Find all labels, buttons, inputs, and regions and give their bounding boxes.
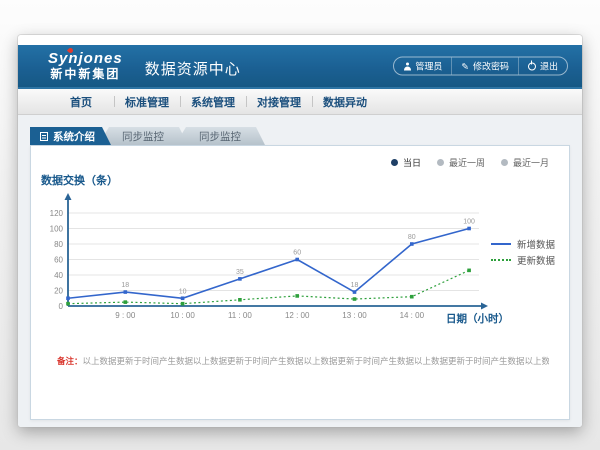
svg-text:60: 60 (54, 256, 63, 265)
svg-text:80: 80 (54, 240, 63, 249)
app-window: Synjones 新中新集团 数据资源中心 管理员 ✎ 修改密码 退出 首页 标… (18, 35, 582, 427)
svg-text:80: 80 (408, 234, 416, 241)
page-title: 数据资源中心 (145, 58, 241, 79)
logo-text-en: Synjones (48, 51, 123, 68)
window-top-strip (18, 35, 582, 45)
radio-last-week[interactable]: 最近一周 (437, 156, 485, 169)
radio-unselected-icon (437, 159, 444, 166)
legend-update-data-label: 更新数据 (517, 253, 555, 267)
radio-today-label: 当日 (403, 156, 421, 169)
tab-system-intro[interactable]: 系统介绍 (30, 127, 111, 145)
main-nav: 首页 标准管理 系统管理 对接管理 数据异动 (18, 89, 582, 115)
nav-item-home[interactable]: 首页 (48, 89, 114, 114)
svg-text:10 : 00: 10 : 00 (170, 311, 195, 320)
svg-text:120: 120 (50, 209, 64, 218)
svg-text:18: 18 (121, 282, 129, 289)
logo: Synjones 新中新集团 (48, 51, 123, 81)
footnote: 备注：以上数据更新于时间产生数据以上数据更新于时间产生数据以上数据更新于时间产生… (57, 355, 549, 367)
tab-bar: 系统介绍 同步监控 同步监控 (30, 127, 570, 145)
user-admin-label: 管理员 (415, 60, 442, 73)
svg-text:0: 0 (59, 302, 64, 311)
radio-last-month-label: 最近一月 (513, 156, 549, 169)
logout-label: 退出 (540, 60, 558, 73)
nav-item-standard-mgmt[interactable]: 标准管理 (114, 89, 180, 114)
svg-text:40: 40 (54, 271, 63, 280)
user-pill: 管理员 ✎ 修改密码 退出 (393, 57, 568, 76)
svg-text:14 : 00: 14 : 00 (400, 311, 425, 320)
dotted-line-swatch-icon (491, 259, 511, 261)
time-filter-group: 当日 最近一周 最近一月 (391, 156, 549, 169)
svg-text:100: 100 (463, 219, 475, 226)
change-password-label: 修改密码 (473, 60, 509, 73)
chart-legend: 新增数据 更新数据 (491, 236, 555, 268)
svg-text:20: 20 (54, 287, 63, 296)
nav-item-integration-mgmt[interactable]: 对接管理 (246, 89, 312, 114)
svg-text:60: 60 (293, 250, 301, 257)
radio-unselected-icon (501, 159, 508, 166)
legend-update-data: 更新数据 (491, 252, 555, 268)
content-area: 系统介绍 同步监控 同步监控 当日 最近一周 (18, 115, 582, 427)
app-header: Synjones 新中新集团 数据资源中心 管理员 ✎ 修改密码 退出 (18, 45, 582, 89)
document-icon (40, 132, 48, 141)
svg-text:9 : 00: 9 : 00 (115, 311, 136, 320)
logout-button[interactable]: 退出 (518, 58, 567, 75)
footnote-text: 以上数据更新于时间产生数据以上数据更新于时间产生数据以上数据更新于时间产生数据以… (83, 356, 549, 366)
change-password-button[interactable]: ✎ 修改密码 (451, 58, 518, 75)
svg-text:100: 100 (50, 225, 64, 234)
radio-today[interactable]: 当日 (391, 156, 421, 169)
tab-sync-monitor-2-label: 同步监控 (199, 129, 241, 144)
svg-text:18: 18 (351, 282, 359, 289)
radio-selected-icon (391, 159, 398, 166)
solid-line-swatch-icon (491, 243, 511, 245)
svg-text:11 : 00: 11 : 00 (228, 311, 252, 320)
power-icon (528, 62, 536, 70)
svg-text:13 : 00: 13 : 00 (342, 311, 367, 320)
tab-sync-monitor-1[interactable]: 同步监控 (98, 127, 188, 145)
svg-text:10: 10 (179, 288, 187, 295)
chart-panel: 当日 最近一周 最近一月 数据交换（条） 0204060801001209 : … (30, 145, 570, 420)
nav-item-data-change[interactable]: 数据异动 (312, 89, 378, 114)
radio-last-month[interactable]: 最近一月 (501, 156, 549, 169)
svg-text:35: 35 (236, 269, 244, 276)
svg-text:日期（小时）: 日期（小时） (446, 312, 509, 325)
tab-sync-monitor-2[interactable]: 同步监控 (175, 127, 265, 145)
tab-system-intro-label: 系统介绍 (53, 129, 95, 144)
radio-last-week-label: 最近一周 (449, 156, 485, 169)
legend-new-data: 新增数据 (491, 236, 555, 252)
person-icon (403, 62, 411, 70)
nav-item-system-mgmt[interactable]: 系统管理 (180, 89, 246, 114)
logo-text-cn: 新中新集团 (48, 68, 123, 81)
edit-icon: ✎ (461, 62, 469, 70)
line-chart: 0 20 40 60 80 100 120 9 : 00 10 : 00 11 : 00 12 : … (31, 186, 531, 336)
tab-sync-monitor-1-label: 同步监控 (122, 129, 164, 144)
svg-text:12 : 00: 12 : 00 (285, 311, 310, 320)
user-admin-button[interactable]: 管理员 (394, 58, 451, 75)
footnote-label: 备注： (57, 356, 83, 366)
legend-new-data-label: 新增数据 (517, 237, 555, 251)
